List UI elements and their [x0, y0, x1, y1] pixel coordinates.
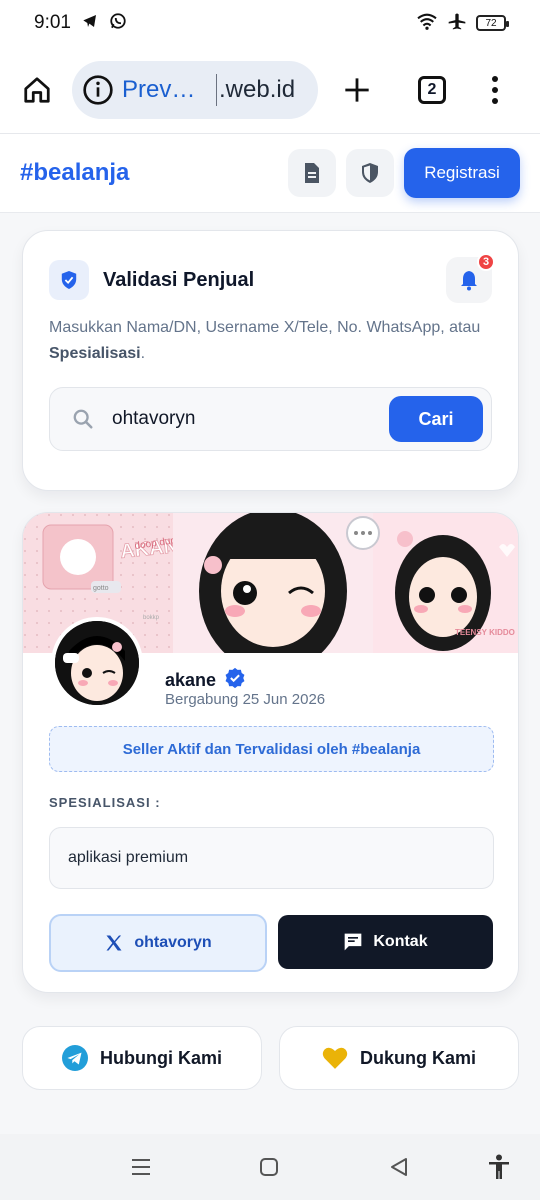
telegram-notification-icon: [81, 13, 99, 34]
document-icon: [305, 163, 319, 183]
verified-badge-icon: [224, 667, 246, 694]
whatsapp-notification-icon: [109, 12, 127, 35]
new-tab-button[interactable]: [342, 75, 372, 105]
battery-icon: 72: [476, 15, 509, 31]
heart-icon: [322, 1047, 348, 1069]
back-icon[interactable]: [386, 1154, 412, 1180]
svg-text:bokkp: bokkp: [143, 615, 160, 621]
x-logo-icon: [106, 935, 122, 951]
seller-profile-card: gotto AKANE'S PAGE doop dup bokkp TE: [22, 512, 519, 993]
support-us-button[interactable]: Dukung Kami: [279, 1026, 519, 1090]
site-header: #bealanja Registrasi: [0, 134, 540, 213]
seller-search-box: Cari: [49, 387, 492, 451]
home-nav-icon[interactable]: [256, 1154, 282, 1180]
home-icon: [24, 76, 50, 103]
recent-apps-icon[interactable]: [128, 1154, 154, 1180]
plus-icon: [345, 77, 369, 102]
wifi-icon: [416, 12, 438, 35]
status-bar: 9:01 72: [0, 0, 540, 46]
site-info-icon[interactable]: [82, 74, 114, 106]
system-navigation-bar: [0, 1134, 540, 1200]
specialization-label: SPESIALISASI :: [49, 795, 161, 810]
airplane-mode-icon: [446, 11, 468, 36]
message-icon: [345, 933, 362, 951]
svg-text:TEENSY KIDDO: TEENSY KIDDO: [455, 628, 515, 637]
notification-badge: 3: [477, 253, 495, 271]
shield-icon: [362, 163, 378, 183]
contact-label: Kontak: [373, 933, 428, 950]
bell-icon: [461, 271, 477, 291]
more-menu-icon[interactable]: [490, 75, 500, 104]
telegram-icon: [62, 1045, 88, 1071]
x-profile-button[interactable]: ohtavoryn: [49, 914, 267, 972]
home-button[interactable]: [18, 71, 56, 109]
url-domain: .web.id: [219, 75, 296, 103]
brand-logo[interactable]: #bealanja: [20, 159, 129, 187]
contact-button[interactable]: Kontak: [278, 915, 493, 969]
address-divider: [216, 73, 217, 106]
seller-join-date: Bergabung 25 Jun 2026: [165, 691, 326, 708]
validation-description: Masukkan Nama/DN, Username X/Tele, No. W…: [49, 319, 481, 362]
verified-seller-note: Seller Aktif dan Tervalidasi oleh #beala…: [49, 726, 494, 772]
search-button[interactable]: Cari: [389, 396, 483, 442]
x-handle: ohtavoryn: [134, 934, 212, 951]
tab-switcher-button[interactable]: 2: [418, 75, 446, 104]
accessibility-icon[interactable]: [486, 1154, 512, 1180]
support-us-label: Dukung Kami: [359, 1047, 476, 1068]
address-bar[interactable]: Prev… .web.id: [72, 60, 318, 119]
contact-us-button[interactable]: Hubungi Kami: [22, 1026, 262, 1090]
validation-card: Validasi Penjual 3 Masukkan Nama/DN, Use…: [22, 230, 519, 491]
validation-title: Validasi Penjual: [103, 268, 255, 291]
search-input[interactable]: [112, 408, 389, 430]
document-button[interactable]: [288, 149, 336, 197]
contact-us-label: Hubungi Kami: [100, 1047, 222, 1068]
svg-text:gotto: gotto: [93, 585, 109, 592]
specialization-value: aplikasi premium: [49, 827, 494, 889]
verified-shield-icon: [49, 260, 89, 300]
register-button[interactable]: Registrasi: [404, 148, 520, 198]
browser-toolbar: Prev… .web.id 2: [0, 46, 540, 134]
notification-button[interactable]: 3: [446, 253, 495, 303]
seller-name: akane: [165, 670, 217, 690]
status-time: 9:01: [34, 12, 71, 33]
security-button[interactable]: [346, 149, 394, 197]
seller-avatar[interactable]: [51, 617, 143, 709]
search-icon: [72, 408, 94, 430]
tab-title: Prev…: [122, 75, 196, 103]
